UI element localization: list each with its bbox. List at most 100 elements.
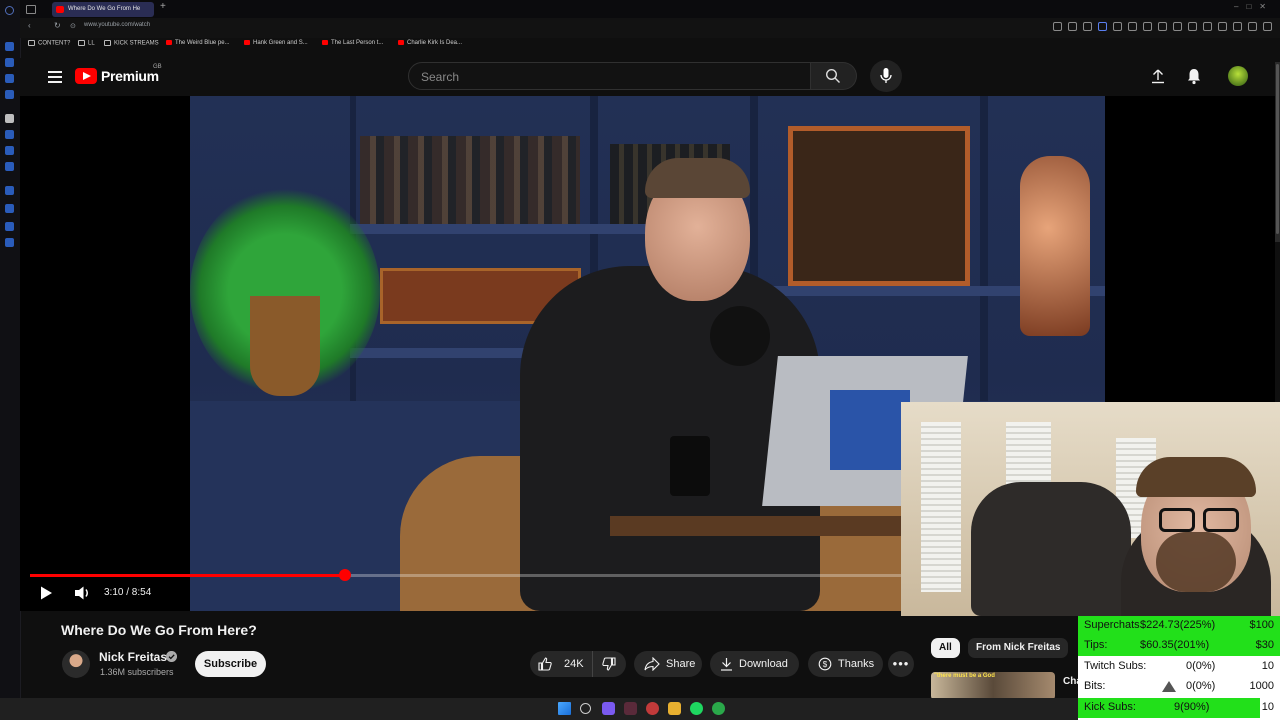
folder-icon xyxy=(28,40,35,46)
youtube-premium-logo[interactable]: Premium xyxy=(75,68,159,84)
url-field[interactable]: www.youtube.com/watch xyxy=(84,22,150,28)
sidebar-app-icon[interactable] xyxy=(5,186,14,195)
tab-youtube-active[interactable]: Where Do We Go From He xyxy=(52,2,154,17)
sidebar-app-icon[interactable] xyxy=(5,114,14,123)
thanks-button[interactable]: $ Thanks xyxy=(808,651,883,677)
bits-icon xyxy=(1162,681,1176,692)
zoom-icon[interactable] xyxy=(1053,22,1062,31)
sidebar-app-icon[interactable] xyxy=(5,42,14,51)
reload-icon[interactable]: ↻ xyxy=(54,21,61,30)
extension-icon[interactable] xyxy=(1248,22,1257,31)
bookmark-item[interactable]: The Last Person t... xyxy=(322,40,383,46)
bookmark-item[interactable]: LL xyxy=(78,40,95,47)
sidebar-app-icon[interactable] xyxy=(5,238,14,247)
sidebar-app-icon[interactable] xyxy=(5,146,14,155)
chip-from-channel[interactable]: From Nick Freitas xyxy=(968,638,1069,658)
extension-icon[interactable] xyxy=(1098,22,1107,31)
streamer-beard xyxy=(1156,532,1236,592)
stream-goals-overlay: Superchats $224.73(225%) $100 Tips: $60.… xyxy=(1078,616,1280,720)
microphone-icon xyxy=(880,68,892,83)
bookmark-item[interactable]: CONTENT? xyxy=(28,40,70,47)
upload-icon[interactable] xyxy=(1150,68,1166,84)
browser-logo-icon[interactable] xyxy=(5,6,14,15)
extension-icon[interactable] xyxy=(1218,22,1227,31)
glasses xyxy=(1159,508,1195,532)
subscriber-count: 1.36M subscribers xyxy=(100,667,174,677)
extension-icon[interactable] xyxy=(1128,22,1137,31)
chip-all[interactable]: All xyxy=(931,638,960,658)
extension-icon[interactable] xyxy=(1263,22,1272,31)
sidebar-app-icon[interactable] xyxy=(5,130,14,139)
tab-strip: Where Do We Go From He + –□✕ xyxy=(20,0,1280,18)
taskbar-app-icon[interactable] xyxy=(602,702,615,715)
sidebar-app-icon[interactable] xyxy=(5,90,14,99)
extension-icon[interactable] xyxy=(1158,22,1167,31)
taskbar-search-icon[interactable] xyxy=(580,703,591,714)
youtube-favicon-icon xyxy=(322,40,328,45)
sidebar-app-icon[interactable] xyxy=(5,204,14,213)
related-video-thumbnail[interactable]: "there must be a God xyxy=(931,672,1055,700)
search-button[interactable] xyxy=(811,62,857,90)
menu-icon[interactable] xyxy=(48,71,62,83)
logo-text: Premium xyxy=(101,68,159,84)
extension-icon[interactable] xyxy=(1113,22,1122,31)
account-avatar[interactable] xyxy=(1228,66,1248,86)
channel-name[interactable]: Nick Freitas xyxy=(99,650,167,664)
window-blinds xyxy=(921,422,961,592)
bookmark-item[interactable]: Charlie Kirk Is Dea... xyxy=(398,40,462,46)
voice-search-button[interactable] xyxy=(870,60,902,92)
window-controls-icon[interactable]: –□✕ xyxy=(1234,2,1274,11)
time-display: 3:10 / 8:54 xyxy=(104,587,152,598)
bookmark-item[interactable]: KICK STREAMS xyxy=(104,40,159,47)
new-tab-icon[interactable]: + xyxy=(160,1,166,12)
thanks-label: Thanks xyxy=(838,658,875,670)
sidebar-app-icon[interactable] xyxy=(5,222,14,231)
taskbar-app-icon[interactable] xyxy=(646,702,659,715)
bookmark-item[interactable]: The Weird Blue pe... xyxy=(166,40,230,46)
youtube-favicon-icon xyxy=(166,40,172,45)
extension-icon[interactable] xyxy=(1203,22,1212,31)
bookmarks-bar: CONTENT? LL KICK STREAMS The Weird Blue … xyxy=(20,38,1280,52)
notifications-bell-icon[interactable] xyxy=(1185,67,1203,85)
share-button[interactable]: Share xyxy=(634,651,702,677)
file-explorer-icon[interactable] xyxy=(668,702,681,715)
sidebar-app-icon[interactable] xyxy=(5,162,14,171)
sidebar-app-icon[interactable] xyxy=(5,74,14,83)
back-icon[interactable]: ‹ xyxy=(28,21,31,30)
spotify-icon[interactable] xyxy=(690,702,703,715)
extension-icon[interactable] xyxy=(1173,22,1182,31)
scrollbar-thumb[interactable] xyxy=(1276,64,1279,234)
site-info-icon[interactable]: ⊙ xyxy=(70,22,76,30)
sidebar-app-icon[interactable] xyxy=(5,58,14,67)
search-input[interactable] xyxy=(409,64,793,90)
like-button[interactable]: 24K xyxy=(530,651,593,677)
download-button[interactable]: Download xyxy=(710,651,799,677)
extension-icon[interactable] xyxy=(1188,22,1197,31)
folder-icon xyxy=(104,40,111,46)
extension-icon[interactable] xyxy=(1083,22,1092,31)
xbox-icon[interactable] xyxy=(712,702,725,715)
tab-overview-icon[interactable] xyxy=(26,5,36,14)
volume-icon[interactable] xyxy=(74,585,92,601)
extension-icon[interactable] xyxy=(1068,22,1077,31)
start-menu-icon[interactable] xyxy=(558,702,571,715)
verified-badge-icon xyxy=(166,651,177,662)
play-icon[interactable] xyxy=(38,585,54,601)
dislike-button[interactable] xyxy=(593,651,626,677)
extension-icon[interactable] xyxy=(1143,22,1152,31)
bookmark-item[interactable]: Hank Green and S... xyxy=(244,40,308,46)
windows-taskbar xyxy=(0,698,1078,720)
extension-icons xyxy=(1053,22,1272,31)
subscribe-button[interactable]: Subscribe xyxy=(195,651,266,677)
goal-row-twitch-subs: Twitch Subs: 0(0%) 10 xyxy=(1084,660,1274,672)
taskbar-app-icon[interactable] xyxy=(624,702,637,715)
address-bar: ‹ ↻ ⊙ www.youtube.com/watch xyxy=(20,18,1280,38)
shelf-divider xyxy=(980,96,988,426)
super-thanks-icon: $ xyxy=(818,657,832,671)
framed-case xyxy=(788,126,970,286)
channel-avatar[interactable] xyxy=(62,650,90,678)
thumbnail-caption: "there must be a God xyxy=(934,673,995,679)
more-actions-button[interactable]: ••• xyxy=(888,651,914,677)
extension-icon[interactable] xyxy=(1233,22,1242,31)
progress-scrubber[interactable] xyxy=(339,569,351,581)
